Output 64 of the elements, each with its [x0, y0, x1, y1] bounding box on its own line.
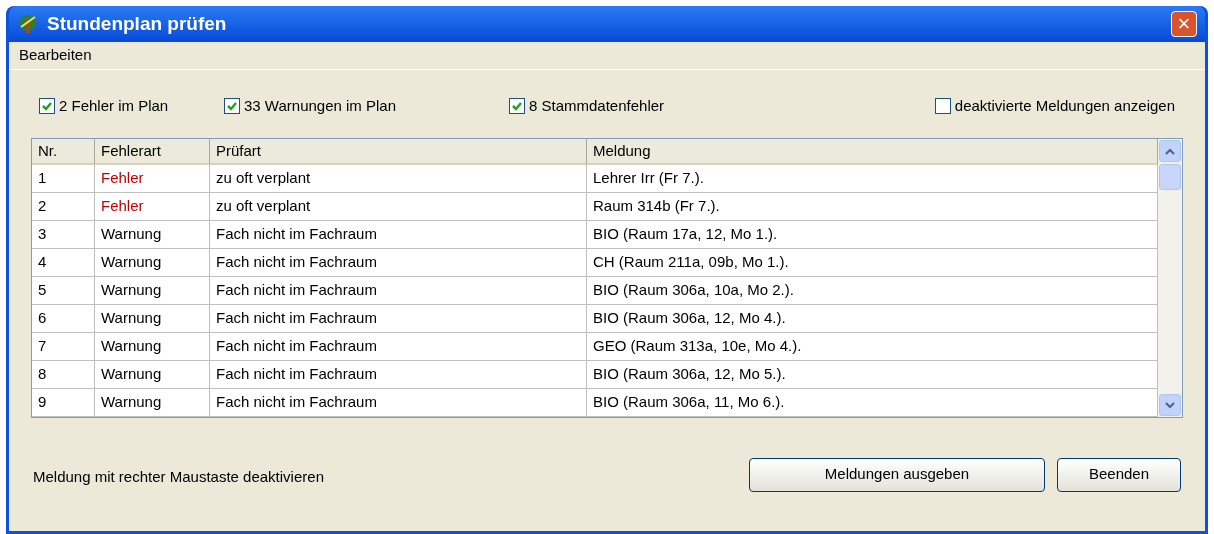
table-cell: 1 — [32, 165, 95, 193]
caret-up-icon — [1165, 147, 1175, 155]
table-cell: 9 — [32, 389, 95, 417]
caret-down-icon — [1165, 401, 1175, 409]
table-cell: CH (Raum 211a, 09b, Mo 1.). — [587, 249, 1158, 277]
table-cell: BIO (Raum 306a, 10a, Mo 2.). — [587, 277, 1158, 305]
column-header[interactable]: Meldung — [587, 139, 1158, 165]
table-cell: 2 — [32, 193, 95, 221]
dialog-button[interactable]: Meldungen ausgeben — [749, 457, 1045, 492]
table-cell: BIO (Raum 17a, 12, Mo 1.). — [587, 221, 1158, 249]
table-cell: 7 — [32, 333, 95, 361]
table-cell: Raum 314b (Fr 7.). — [587, 193, 1158, 221]
table-cell: Fach nicht im Fachraum — [210, 221, 587, 249]
table-cell: zu oft verplant — [210, 165, 587, 193]
table-cell: 8 — [32, 361, 95, 389]
table-cell: Warnung — [95, 249, 210, 277]
check-icon — [511, 100, 523, 112]
table-cell: Fach nicht im Fachraum — [210, 389, 587, 417]
checkbox[interactable] — [509, 98, 525, 114]
column-header[interactable]: Fehlerart — [95, 139, 210, 165]
close-button[interactable]: × — [1171, 11, 1197, 37]
table-cell: 5 — [32, 277, 95, 305]
table-cell: Warnung — [95, 389, 210, 417]
scrollbar[interactable] — [1158, 139, 1182, 417]
table-cell: Warnung — [95, 333, 210, 361]
scroll-up-button[interactable] — [1159, 140, 1181, 162]
hint-text: Meldung mit rechter Maustaste deaktivieren — [33, 467, 325, 488]
table-cell: 4 — [32, 249, 95, 277]
table-cell: GEO (Raum 313a, 10e, Mo 4.). — [587, 333, 1158, 361]
window-title: Stundenplan prüfen — [47, 11, 228, 36]
table-cell: BIO (Raum 306a, 12, Mo 4.). — [587, 305, 1158, 333]
scroll-down-button[interactable] — [1159, 394, 1181, 416]
column-header[interactable]: Prüfart — [210, 139, 587, 165]
table-cell: 3 — [32, 221, 95, 249]
table-cell: Fach nicht im Fachraum — [210, 277, 587, 305]
table-cell: Fach nicht im Fachraum — [210, 305, 587, 333]
check-icon — [226, 100, 238, 112]
table-cell: zu oft verplant — [210, 193, 587, 221]
table-cell: 6 — [32, 305, 95, 333]
checkbox-label: deaktivierte Meldungen anzeigen — [954, 95, 1175, 116]
checkbox[interactable] — [934, 98, 951, 114]
checkbox-label: 2 Fehler im Plan — [59, 95, 169, 116]
column-header[interactable]: Nr. — [32, 139, 95, 165]
dialog-button[interactable]: Beenden — [1057, 457, 1181, 492]
table-cell: Warnung — [95, 277, 210, 305]
checkbox-label: 33 Warnungen im Plan — [244, 95, 397, 116]
table-cell: Warnung — [95, 221, 210, 249]
check-icon — [41, 100, 53, 112]
table-cell: Fach nicht im Fachraum — [210, 333, 587, 361]
checkbox-label: 8 Stammdatenfehler — [529, 95, 665, 116]
checkbox[interactable] — [39, 98, 55, 114]
checkbox[interactable] — [224, 98, 240, 114]
table-cell: Warnung — [95, 361, 210, 389]
table-cell: BIO (Raum 306a, 11, Mo 6.). — [587, 389, 1158, 417]
table-cell: Warnung — [95, 305, 210, 333]
table-cell: Fach nicht im Fachraum — [210, 361, 587, 389]
app-icon — [17, 13, 39, 35]
table-cell: Lehrer Irr (Fr 7.). — [587, 165, 1158, 193]
menu-item[interactable]: Bearbeiten — [15, 44, 96, 67]
scroll-thumb[interactable] — [1159, 164, 1181, 190]
table-cell: Fach nicht im Fachraum — [210, 249, 587, 277]
table-cell: Fehler — [95, 193, 210, 221]
table-cell: Fehler — [95, 165, 210, 193]
table-cell: BIO (Raum 306a, 12, Mo 5.). — [587, 361, 1158, 389]
